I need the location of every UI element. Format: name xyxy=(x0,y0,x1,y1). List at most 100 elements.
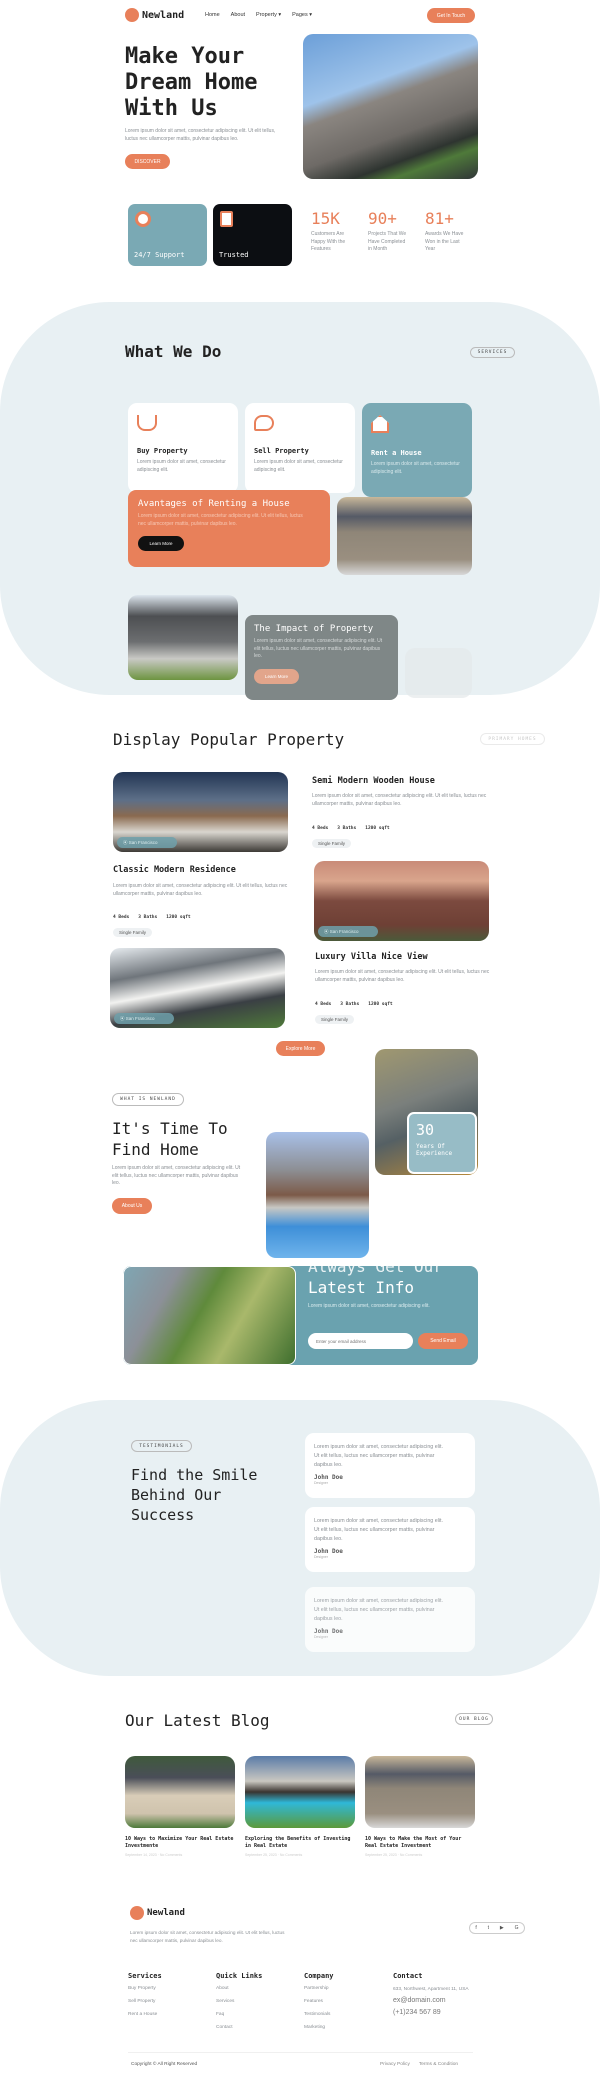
blog-post[interactable]: 10 Ways to Maximize Your Real Estate Inv… xyxy=(125,1756,235,1857)
newsletter-title: Latest Info xyxy=(308,1278,414,1297)
testimonial-card: Lorem ipsum dolor sit amet, consectetur … xyxy=(305,1507,475,1572)
key-hand-icon xyxy=(137,415,157,431)
beds: 4 Beds xyxy=(315,1002,332,1007)
explore-more-button[interactable]: Explore More xyxy=(276,1041,325,1056)
chevron-down-icon: ▾ xyxy=(309,12,313,18)
property-tag: Single Family xyxy=(312,839,352,848)
service-text: Lorem ipsum dolor sit amet, consectetur … xyxy=(137,459,226,473)
footer-heading: Company xyxy=(304,1972,334,1980)
service-title: Buy Property xyxy=(137,447,188,455)
property-image[interactable]: ⦿ San Francisco xyxy=(113,772,288,852)
twitter-icon[interactable]: t xyxy=(488,1925,489,1931)
modern-house-image xyxy=(128,595,238,680)
terms-link[interactable]: Terms & Condition xyxy=(419,2062,458,2067)
stat-label: Customers Are Happy With the Features xyxy=(311,231,346,252)
stat: 81+ Awards We Have Won in the Last Year xyxy=(425,209,466,254)
stat-value: 15K xyxy=(311,209,340,228)
house-hand-icon xyxy=(254,415,274,431)
area: 1200 sqft xyxy=(365,826,390,831)
discover-button[interactable]: Discover xyxy=(125,154,170,169)
blog-image xyxy=(125,1756,235,1828)
send-email-button[interactable]: Send Email xyxy=(418,1333,468,1349)
footer-logo[interactable]: Newland xyxy=(130,1906,185,1920)
nav-pages[interactable]: Pages ▾ xyxy=(292,12,312,18)
blog-title: Our Latest Blog xyxy=(125,1711,270,1730)
service-text: Lorem ipsum dolor sit amet, consectetur … xyxy=(371,461,460,475)
service-rent[interactable]: Rent a House Lorem ipsum dolor sit amet,… xyxy=(362,403,472,497)
youtube-icon[interactable]: ▶ xyxy=(500,1925,504,1931)
email-input[interactable] xyxy=(308,1333,413,1349)
footer-link[interactable]: Partnership xyxy=(304,1986,334,1991)
feature-label: 24/7 Support xyxy=(134,251,185,259)
learn-more-button[interactable]: Learn More xyxy=(254,668,299,684)
feature-trusted: Trusted xyxy=(213,204,292,266)
advantages-card: Avantages of Renting a House Lorem ipsum… xyxy=(128,490,330,567)
baths: 3 Baths xyxy=(138,915,158,920)
baths: 3 Baths xyxy=(337,826,357,831)
testimonials-title: Find the Smile Behind Our Success xyxy=(131,1466,258,1524)
service-title: Sell Property xyxy=(254,447,309,455)
document-house-icon xyxy=(220,211,233,227)
blog-post[interactable]: Exploring the Benefits of Investing in R… xyxy=(245,1756,355,1857)
stat: 90+ Projects That We Have Completed in Mo… xyxy=(368,209,409,254)
service-buy[interactable]: Buy Property Lorem ipsum dolor sit amet,… xyxy=(128,403,238,493)
testimonial-text: Lorem ipsum dolor sit amet, consectetur … xyxy=(314,1444,443,1468)
blog-post-title: 10 Ways to Maximize Your Real Estate Inv… xyxy=(125,1836,234,1849)
contact-phone[interactable]: (+1)234 567 89 xyxy=(393,2009,473,2016)
logo[interactable]: Newland xyxy=(125,8,184,22)
property-title[interactable]: Luxury Villa Nice View xyxy=(315,952,428,962)
about-us-button[interactable]: About Us xyxy=(112,1198,152,1214)
nav-property[interactable]: Property ▾ xyxy=(256,12,281,18)
services-badge: SERVICES xyxy=(470,347,515,358)
footer-link[interactable]: Services xyxy=(216,1999,262,2004)
nav-about[interactable]: About xyxy=(231,12,245,18)
footer-link[interactable]: Contact xyxy=(216,2025,262,2030)
property-tag: Single Family xyxy=(315,1015,355,1024)
stats: 15K Customers Are Happy With the Features… xyxy=(311,209,466,254)
property-title[interactable]: Semi Modern Wooden House xyxy=(312,776,435,786)
blog-post-meta: September 25, 2023 · No Comments xyxy=(365,1853,423,1857)
pool-house-image xyxy=(266,1132,369,1258)
testimonial-text: Lorem ipsum dolor sit amet, consectetur … xyxy=(314,1518,443,1542)
contact-email[interactable]: ex@domain.com xyxy=(393,1997,473,2004)
footer-link[interactable]: Buy Property xyxy=(128,1986,162,1991)
beds: 4 Beds xyxy=(113,915,130,920)
get-in-touch-button[interactable]: Get In Touch xyxy=(427,8,475,23)
area: 1200 sqft xyxy=(368,1002,393,1007)
footer-link[interactable]: Sell Property xyxy=(128,1999,162,2004)
privacy-policy-link[interactable]: Privacy Policy xyxy=(380,2062,410,2067)
footer-link[interactable]: Rent a House xyxy=(128,2012,162,2017)
property-image[interactable]: ⦿ San Francisco xyxy=(110,948,285,1028)
footer-heading: Quick Links xyxy=(216,1972,263,1980)
about-text: Lorem ipsum dolor sit amet, consectetur … xyxy=(112,1165,241,1186)
footer-heading: Services xyxy=(128,1972,162,1980)
contact-address: 633, Northwest, Apartment 11, USA xyxy=(393,1987,469,1992)
row-houses-image xyxy=(337,497,472,575)
footer-link[interactable]: About xyxy=(216,1986,262,1991)
learn-more-button[interactable]: Learn More xyxy=(138,536,184,551)
property-title[interactable]: Classic Modern Residence xyxy=(113,865,236,875)
logo-icon xyxy=(125,8,139,22)
location-label: San Francisco xyxy=(125,1016,155,1021)
blog-post-meta: September 25, 2023 · No Comments xyxy=(245,1853,303,1857)
footer-link[interactable]: Faq xyxy=(216,2012,262,2017)
footer-col-quick-links: Quick Links About Services Faq Contact xyxy=(216,1972,262,2030)
beds: 4 Beds xyxy=(312,826,329,831)
property-image[interactable]: ⦿ San Francisco xyxy=(314,861,489,941)
footer-col-services: Services Buy Property Sell Property Rent… xyxy=(128,1972,162,2017)
feature-label: Trusted xyxy=(219,251,249,259)
testimonial-name: John Doe xyxy=(314,1628,343,1635)
logo-icon xyxy=(130,1906,144,1920)
service-sell[interactable]: Sell Property Lorem ipsum dolor sit amet… xyxy=(245,403,355,493)
impact-text: Lorem ipsum dolor sit amet, consectetur … xyxy=(254,638,383,659)
social-links: f t ▶ G xyxy=(469,1922,525,1934)
nav-home[interactable]: Home xyxy=(205,12,220,18)
footer-link[interactable]: Marketing xyxy=(304,2025,334,2030)
popular-title: Display Popular Property xyxy=(113,730,345,749)
footer-link[interactable]: Testimonials xyxy=(304,2012,334,2017)
hero-text: Lorem ipsum dolor sit amet, consectetur … xyxy=(125,128,276,142)
google-icon[interactable]: G xyxy=(515,1925,519,1931)
footer-link[interactable]: Features xyxy=(304,1999,334,2004)
blog-post[interactable]: 10 Ways to Make the Most of Your Real Es… xyxy=(365,1756,475,1857)
facebook-icon[interactable]: f xyxy=(475,1925,476,1931)
